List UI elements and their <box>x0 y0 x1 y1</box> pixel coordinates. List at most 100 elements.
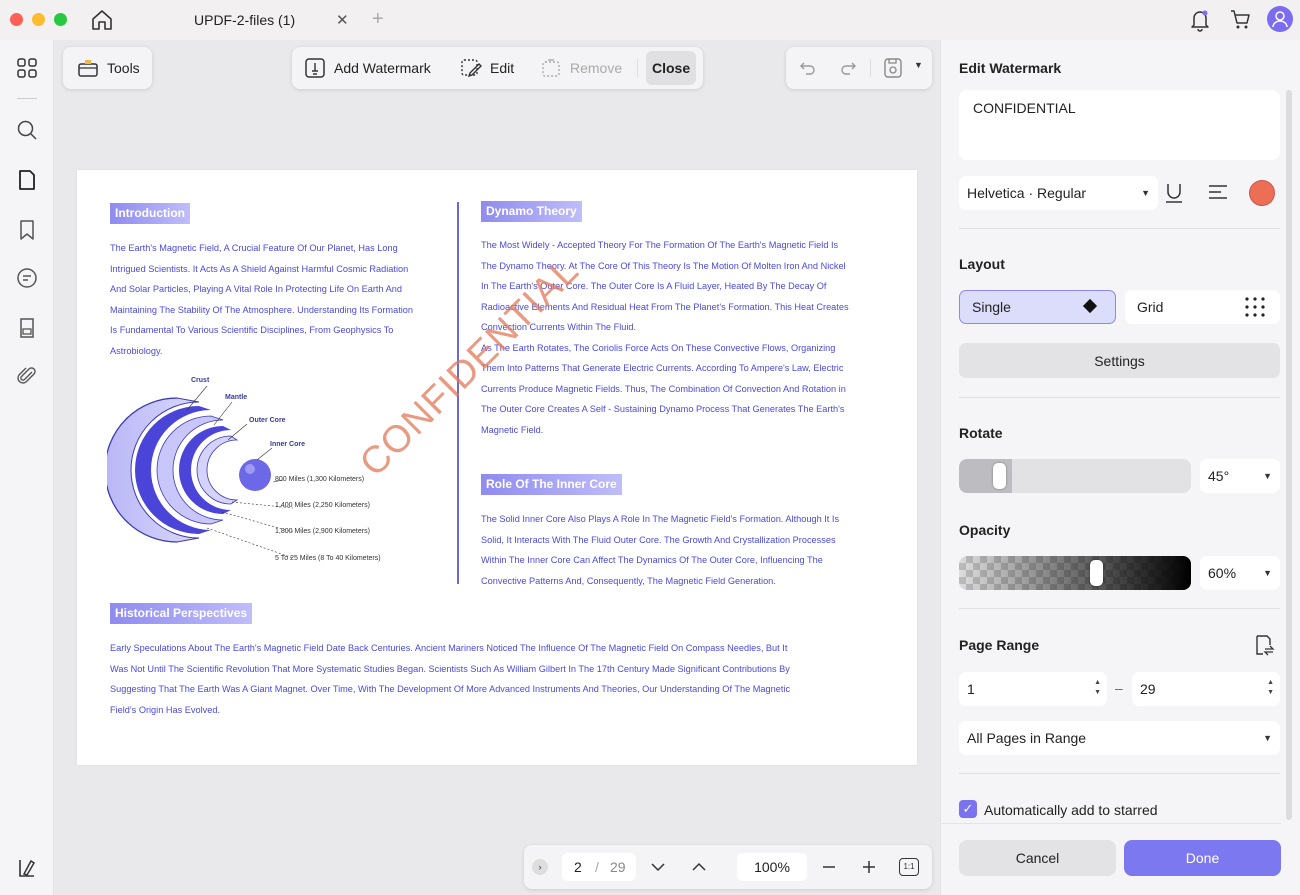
document-icon[interactable] <box>15 316 39 340</box>
text-line: Was Not Until The Scientific Revolution … <box>110 663 790 674</box>
notification-bell-icon[interactable] <box>1189 8 1211 32</box>
single-diamond-icon <box>1082 298 1098 314</box>
font-select[interactable]: Helvetica · Regular ▼ <box>959 176 1158 210</box>
close-label: Close <box>652 60 691 76</box>
range-end-input[interactable]: 29 ▲ ▼ <box>1132 672 1280 706</box>
text-line: The Solid Inner Core Also Plays A Role I… <box>481 514 840 524</box>
next-page-icon[interactable] <box>650 859 666 875</box>
zoom-in-icon[interactable] <box>862 860 876 874</box>
document-tab[interactable]: UPDF-2-files (1) ✕ <box>126 0 362 40</box>
cancel-button[interactable]: Cancel <box>959 840 1116 876</box>
rotate-slider-thumb[interactable] <box>993 463 1007 489</box>
title-bar: UPDF-2-files (1) ✕ + <box>0 0 1300 40</box>
tools-button[interactable]: Tools <box>71 51 146 85</box>
range-end-stepper[interactable]: ▲ ▼ <box>1267 678 1274 698</box>
window-close-button[interactable] <box>10 13 23 26</box>
grid-dots-icon <box>1245 297 1265 317</box>
opacity-slider[interactable] <box>959 556 1191 590</box>
current-page[interactable]: 2 <box>574 859 582 875</box>
apps-grid-icon[interactable] <box>15 56 39 80</box>
window-minimize-button[interactable] <box>32 13 45 26</box>
cart-icon[interactable] <box>1229 8 1251 30</box>
page-separator: / <box>595 859 599 875</box>
page-range-swap-icon[interactable] <box>1253 634 1275 656</box>
opacity-gradient <box>959 556 1191 590</box>
previous-page-icon[interactable] <box>691 859 707 875</box>
remove-label: Remove <box>570 60 623 76</box>
bookmark-icon[interactable] <box>15 218 39 242</box>
layout-grid-option[interactable]: Grid <box>1125 290 1280 324</box>
text-line: Convective Patterns And, Consequently, T… <box>481 575 776 586</box>
text-line: Solid, It Interacts With The Fluid Outer… <box>481 534 836 545</box>
remove-watermark-button[interactable]: Remove <box>534 51 628 85</box>
watermark-text-input[interactable]: CONFIDENTIAL <box>959 90 1280 160</box>
range-start-input[interactable]: 1 ▲ ▼ <box>959 672 1107 706</box>
text-line: The Earth's Magnetic Field, A Crucial Fe… <box>110 243 398 253</box>
text-align-icon[interactable] <box>1207 183 1229 203</box>
collapse-chevron-icon[interactable]: › <box>532 859 548 875</box>
layout-single-option[interactable]: Single <box>959 290 1116 324</box>
comment-icon[interactable] <box>15 266 39 290</box>
section-divider <box>959 397 1280 398</box>
page-range-mode-value: All Pages in Range <box>967 730 1087 746</box>
add-watermark-label: Add Watermark <box>334 60 431 76</box>
underline-icon[interactable] <box>1163 181 1185 205</box>
opacity-slider-thumb[interactable] <box>1089 560 1103 586</box>
earth-layers-diagram <box>107 385 294 559</box>
text-line: Astrobiology. <box>110 345 163 356</box>
edit-watermark-button[interactable]: Edit <box>454 51 520 85</box>
page-number-box[interactable]: 2 / 29 <box>562 853 636 881</box>
edit-watermark-panel: Edit Watermark CONFIDENTIAL Helvetica · … <box>940 40 1300 895</box>
tab-close-icon[interactable]: ✕ <box>336 11 349 29</box>
new-tab-button[interactable]: + <box>372 8 384 31</box>
font-value: Helvetica · Regular <box>967 185 1087 201</box>
diagram-label-inner-core: Inner Core <box>270 441 306 448</box>
home-icon[interactable] <box>90 8 114 32</box>
undo-icon[interactable] <box>798 58 818 78</box>
font-dropdown-icon: ▼ <box>1141 188 1150 198</box>
rotate-angle-select[interactable]: 45° ▼ <box>1200 459 1280 493</box>
text-line: Currents Produce Magnetic Fields. Thus, … <box>481 383 846 394</box>
actual-size-button[interactable]: 1:1 <box>899 858 919 876</box>
diagram-label-crust: Crust <box>191 377 210 384</box>
page-navigation-bar: › 2 / 29 100% 1:1 <box>524 845 932 889</box>
opacity-select[interactable]: 60% ▼ <box>1200 556 1280 590</box>
range-start-value: 1 <box>967 681 975 697</box>
rotate-value: 45° <box>1208 468 1230 484</box>
add-watermark-button[interactable]: Add Watermark <box>298 51 437 85</box>
done-button[interactable]: Done <box>1124 840 1281 876</box>
attachment-icon[interactable] <box>15 364 39 388</box>
remove-icon <box>542 59 560 77</box>
text-line: Intrigued Scientists. It Acts As A Shiel… <box>110 263 409 274</box>
diagram-distance-3: 1,800 Miles (2,900 Kilometers) <box>275 528 370 535</box>
panel-scrollbar[interactable] <box>1286 90 1292 820</box>
search-icon[interactable] <box>15 118 39 142</box>
save-icon[interactable] <box>883 57 903 79</box>
watermark-color-swatch[interactable] <box>1249 180 1275 206</box>
user-icon <box>1272 11 1288 28</box>
section-divider <box>959 773 1280 774</box>
page-range-mode-select[interactable]: All Pages in Range ▼ <box>959 721 1280 755</box>
range-start-stepper[interactable]: ▲ ▼ <box>1094 678 1101 698</box>
save-options-chevron-icon[interactable]: ▼ <box>914 60 923 70</box>
pdf-page: Introduction The Earth's Magnetic Field,… <box>77 170 917 765</box>
auto-star-checkbox[interactable]: ✓ <box>959 800 977 818</box>
text-line: The Most Widely - Accepted Theory For Th… <box>481 240 839 250</box>
window-zoom-button[interactable] <box>54 13 67 26</box>
settings-button[interactable]: Settings <box>959 343 1280 378</box>
section-divider <box>959 228 1280 229</box>
opacity-value: 60% <box>1208 565 1237 581</box>
close-button[interactable]: Close <box>646 51 697 85</box>
panel-title: Edit Watermark <box>959 60 1062 76</box>
layers-icon[interactable] <box>15 856 39 880</box>
text-line: Within The Inner Core Can Affect The Dyn… <box>481 555 823 565</box>
redo-icon[interactable] <box>838 58 858 78</box>
user-avatar[interactable] <box>1267 6 1293 32</box>
rotate-slider[interactable] <box>959 459 1191 493</box>
diagram-distance-4: 5 To 25 Miles (8 To 40 Kilometers) <box>275 555 381 562</box>
opacity-dropdown-icon: ▼ <box>1263 568 1272 578</box>
zoom-level[interactable]: 100% <box>737 853 807 881</box>
pages-icon[interactable] <box>15 168 39 192</box>
zoom-out-icon[interactable] <box>822 860 836 874</box>
text-line: The Outer Core Creates A Self - Sustaini… <box>481 404 845 414</box>
